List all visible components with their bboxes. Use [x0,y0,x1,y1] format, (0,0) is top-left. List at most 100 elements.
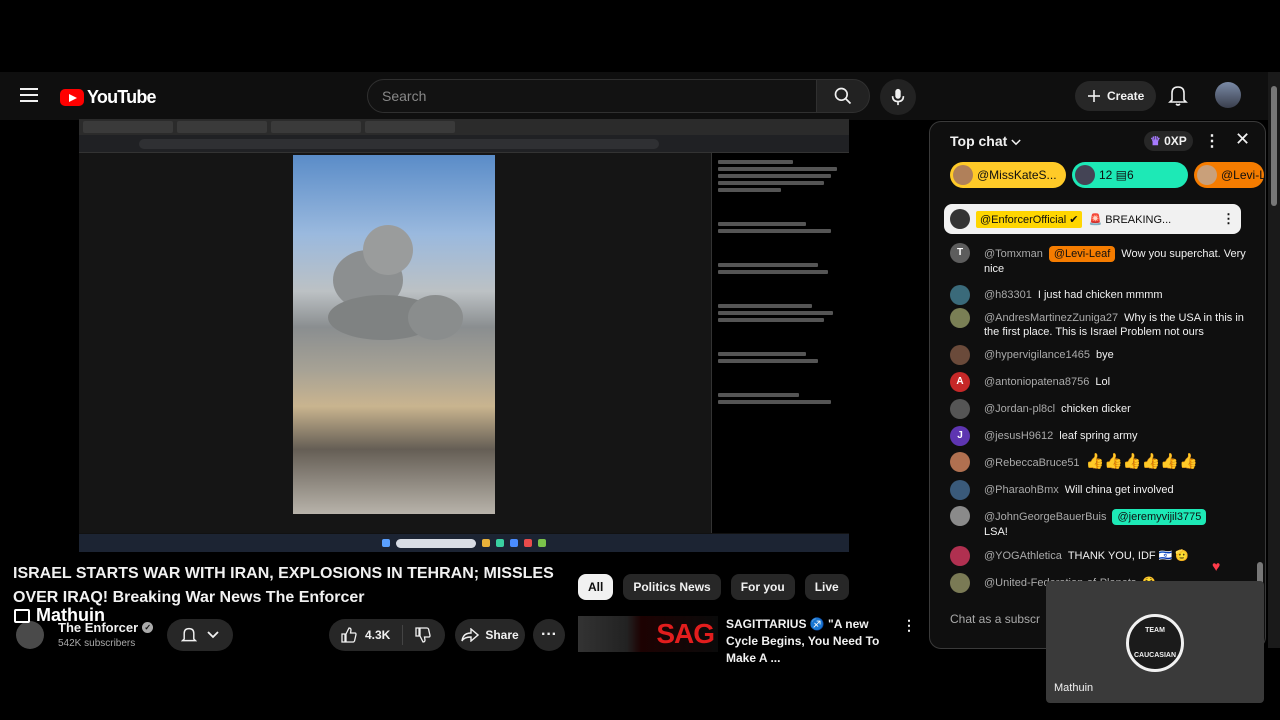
video-url-bar [79,135,849,153]
message-author[interactable]: @AndresMartinezZuniga27 [984,312,1118,324]
message-text: LSA! [984,526,1008,538]
chat-message: @hypervigilance1465 bye [950,345,1246,365]
video-side-panel [711,153,849,533]
ticker-label: @Levi-L [1221,168,1264,182]
chip-live[interactable]: Live [804,574,849,600]
subscriber-count: 542K subscribers [58,638,136,649]
message-author[interactable]: @RebeccaBruce51 [984,457,1080,469]
message-text: chicken dicker [1061,403,1131,415]
message-text: Lol [1095,376,1111,388]
badge-bottom-text: CAUCASIAN [1134,652,1176,659]
video-text-line [718,400,831,404]
chip-politics-news[interactable]: Politics News [623,574,721,600]
share-button[interactable]: Share [455,619,525,651]
app-icon [524,539,532,547]
message-author[interactable]: @h83301 [984,289,1032,301]
message-text: leaf spring army [1059,430,1138,442]
video-text-line [718,304,812,308]
app-icon [510,539,518,547]
like-button[interactable]: 4.3K [329,625,404,645]
crown-icon: ♛ [1150,134,1161,148]
pinned-author: @EnforcerOfficial ✔ [976,210,1083,228]
message-author[interactable]: @YOGAthletica [984,550,1062,562]
video-text-line [718,352,806,356]
chat-message: @AndresMartinezZuniga27 Why is the USA in… [950,308,1246,339]
message-author[interactable]: @hypervigilance1465 [984,349,1090,361]
message-text: bye [1095,349,1114,361]
ticker-item[interactable]: @MissKateS... [950,162,1066,188]
chat-input[interactable]: Chat as a subscr [950,612,1040,626]
verified-icon: ✓ [142,622,154,633]
recommended-thumbnail[interactable]: SAG [578,616,718,652]
notification-settings-button[interactable] [167,619,233,651]
chip-for-you[interactable]: For you [730,574,795,600]
ticker-label: 12 ▤6 [1099,168,1134,182]
ticker-avatar [1075,165,1095,185]
video-player[interactable] [79,119,849,552]
youtube-play-icon [60,89,84,106]
menu-icon[interactable] [20,88,38,102]
chat-message: A @antoniopatena8756 Lol [950,372,1246,392]
message-mention[interactable]: @jeremyvijil3775 [1112,509,1207,525]
pinned-options-icon[interactable]: ⋮ [1222,211,1235,227]
message-author[interactable]: @jesusH9612 [984,430,1053,442]
search-button[interactable] [816,79,870,113]
youtube-logo[interactable]: YouTube [60,87,157,108]
live-chat-panel: Top chat ♛ 0XP ⋮ ✕ @MissKateS... 12 ▤6 @… [929,121,1266,649]
video-browser-tabs [79,119,849,135]
notifications-button[interactable] [1168,84,1188,111]
message-author[interactable]: @JohnGeorgeBauerBuis [984,511,1106,523]
pinned-text: 🚨 BREAKING... [1088,213,1172,226]
more-actions-button[interactable]: ··· [533,619,565,651]
create-button[interactable]: Create [1075,81,1157,111]
chat-mode-dropdown[interactable]: Top chat [950,133,1021,149]
page-scroll-thumb[interactable] [1271,86,1277,206]
pinned-message[interactable]: @EnforcerOfficial ✔ 🚨 BREAKING... ⋮ [944,204,1241,234]
pip-name: Mathuin [1054,682,1094,694]
chat-message: @YOGAthletica THANK YOU, IDF 🇮🇱 🫡 [950,546,1246,566]
message-avatar [950,480,970,500]
voice-search-button[interactable] [880,79,916,115]
message-author[interactable]: @Tomxman [984,248,1043,260]
thumbs-up-icon [341,627,357,643]
account-avatar[interactable] [1215,82,1241,108]
video-text-line [718,229,831,233]
dislike-button[interactable] [403,627,443,643]
message-mention[interactable]: @Levi-Leaf [1048,246,1116,262]
page-scrollbar[interactable] [1268,72,1280,648]
xp-value: 0XP [1164,134,1187,148]
like-dislike-group: 4.3K [329,619,445,651]
video-text-line [718,188,781,192]
ticker-item[interactable]: 12 ▤6 [1072,162,1188,188]
message-avatar: J [950,426,970,446]
chevron-down-icon [207,631,219,639]
channel-name[interactable]: The Enforcer ✓ [58,620,154,635]
message-author[interactable]: @antoniopatena8756 [984,376,1089,388]
close-icon[interactable]: ✕ [1235,129,1250,150]
message-avatar [950,573,970,593]
video-text-line [718,318,825,322]
chat-mode-label: Top chat [950,133,1008,149]
recommended-title[interactable]: SAGITTARIUS ♐ "A new Cycle Begins, You N… [726,616,896,667]
bell-icon [1168,86,1188,106]
message-avatar: T [950,243,970,263]
message-text: Will china get involved [1064,484,1174,496]
chat-message: J @jesusH9612 leaf spring army [950,426,1246,446]
message-avatar [950,506,970,526]
ticker-avatar [953,165,973,185]
message-author[interactable]: @PharaohBmx [984,484,1059,496]
xp-badge[interactable]: ♛ 0XP [1144,131,1193,151]
recommended-more-icon[interactable]: ⋮ [902,617,916,634]
chat-options-icon[interactable]: ⋮ [1204,131,1220,151]
chip-all[interactable]: All [578,574,614,600]
search-input[interactable] [382,88,802,104]
chat-message: @PharaohBmx Will china get involved [950,480,1246,500]
video-taskbar [79,534,849,552]
message-author[interactable]: @Jordan-pl8cl [984,403,1055,415]
app-icon [482,539,490,547]
create-label: Create [1107,89,1145,103]
ticker-label: @MissKateS... [977,168,1057,182]
video-tab [365,121,455,133]
ticker-item[interactable]: @Levi-L [1194,162,1264,188]
search-box [367,79,817,113]
